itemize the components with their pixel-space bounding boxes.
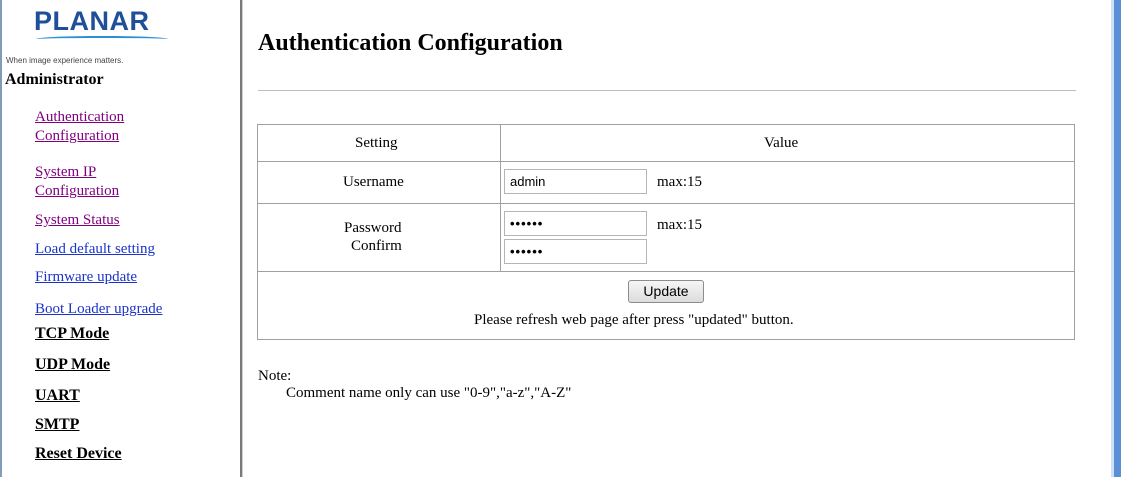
sidebar-item-uart[interactable]: UART <box>35 387 80 405</box>
note-text: Comment name only can use "0-9","a-z","A… <box>286 385 572 401</box>
sidebar-heading: Administrator <box>5 71 104 88</box>
sidebar-item-smtp[interactable]: SMTP <box>35 416 79 434</box>
link-label-line1: Authentication <box>35 109 125 125</box>
sidebar-item-system-ip-configuration[interactable]: System IP Configuration <box>35 163 119 201</box>
logo-wordmark: PLANAR <box>34 6 150 36</box>
column-divider <box>500 204 501 271</box>
link-label-line2: Configuration <box>35 183 120 199</box>
frame-divider[interactable] <box>240 0 243 477</box>
logo-tagline: When image experience matters. <box>6 56 124 65</box>
note-label: Note: <box>258 368 292 384</box>
logo-swoosh-icon <box>36 36 168 42</box>
title-divider <box>258 90 1076 91</box>
username-input[interactable]: admin <box>504 169 647 194</box>
refresh-note: Please refresh web page after press "upd… <box>474 312 794 328</box>
planar-logo: PLANAR <box>34 6 168 38</box>
link-label-line1: System IP <box>35 164 97 180</box>
table-row-password: Password Confirm •••••• max:15 •••••• <box>258 204 1074 272</box>
table-row-update: Update Please refresh web page after pre… <box>258 272 1074 339</box>
confirm-password-input[interactable]: •••••• <box>504 239 647 264</box>
confirm-label: Confirm <box>351 238 402 254</box>
password-max-hint: max:15 <box>657 217 702 233</box>
update-button[interactable]: Update <box>628 280 704 303</box>
sidebar-item-reset-device[interactable]: Reset Device <box>35 445 122 463</box>
password-label: Password <box>344 220 402 236</box>
sidebar-item-firmware-update[interactable]: Firmware update <box>35 268 137 287</box>
sidebar-item-authentication-configuration[interactable]: Authentication Configuration <box>35 108 124 146</box>
sidebar-item-load-default-setting[interactable]: Load default setting <box>35 240 155 259</box>
column-divider <box>500 125 501 161</box>
sidebar-item-boot-loader-upgrade[interactable]: Boot Loader upgrade <box>35 300 162 319</box>
username-max-hint: max:15 <box>657 174 702 190</box>
auth-config-table: Setting Value Username admin max:15 Pass… <box>257 124 1075 340</box>
sidebar-item-tcp-mode[interactable]: TCP Mode <box>35 325 109 343</box>
link-label-line2: Configuration <box>35 128 120 144</box>
sidebar: PLANAR When image experience matters. Ad… <box>2 0 239 477</box>
table-header-row: Setting Value <box>258 125 1074 162</box>
page-title: Authentication Configuration <box>258 30 563 56</box>
username-label: Username <box>343 174 404 190</box>
sidebar-item-udp-mode[interactable]: UDP Mode <box>35 356 110 374</box>
password-input[interactable]: •••••• <box>504 211 647 236</box>
header-value: Value <box>764 135 799 151</box>
table-row-username: Username admin max:15 <box>258 162 1074 204</box>
sidebar-item-system-status[interactable]: System Status <box>35 211 120 230</box>
column-divider <box>500 162 501 203</box>
header-setting: Setting <box>355 135 398 151</box>
window-scrollbar-edge[interactable] <box>1111 0 1121 477</box>
